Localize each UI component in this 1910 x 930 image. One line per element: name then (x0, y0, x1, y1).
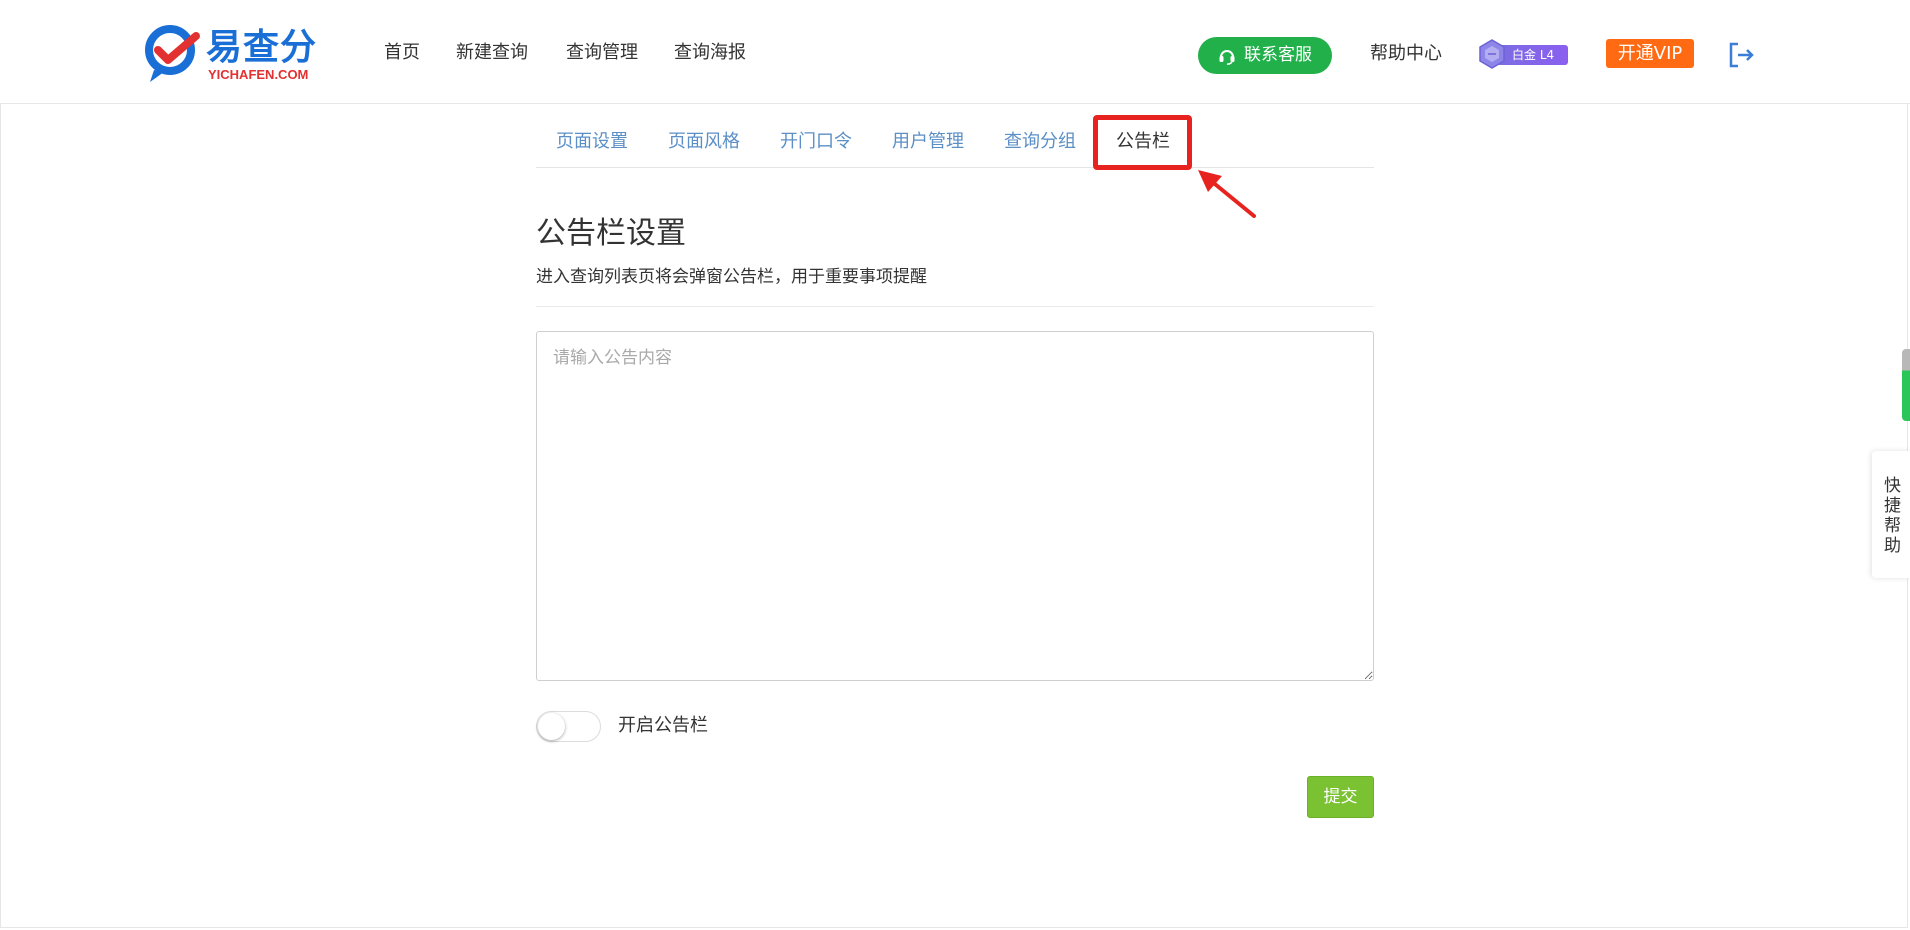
nav-home[interactable]: 首页 (384, 40, 420, 66)
settings-tabs: 页面设置 页面风格 开门口令 用户管理 查询分组 公告栏 (536, 114, 1374, 168)
logo[interactable]: 易查分 YICHAFEN.COM (144, 24, 324, 86)
tab-page-style[interactable]: 页面风格 (668, 130, 740, 154)
help-center-link[interactable]: 帮助中心 (1370, 41, 1442, 67)
tab-access-code[interactable]: 开门口令 (780, 130, 852, 154)
toggle-knob (538, 713, 565, 740)
nav-query-poster[interactable]: 查询海报 (674, 40, 746, 66)
hexagon-badge-icon (1479, 39, 1505, 69)
level-badge[interactable]: 白金 L4 (1478, 39, 1568, 69)
top-header: 易查分 YICHAFEN.COM 首页 新建查询 查询管理 查询海报 联系客服 … (0, 0, 1910, 104)
nav-new-query[interactable]: 新建查询 (456, 40, 528, 66)
headset-icon (1219, 50, 1235, 65)
tab-query-group[interactable]: 查询分组 (1004, 130, 1076, 154)
logo-subtext: YICHAFEN.COM (208, 67, 309, 82)
logo-text: 易查分 (206, 27, 318, 68)
main-nav: 首页 新建查询 查询管理 查询海报 (384, 40, 782, 66)
level-badge-label: 白金 L4 (1512, 48, 1555, 62)
section-description: 进入查询列表页将会弹窗公告栏，用于重要事项提醒 (536, 267, 927, 287)
tab-user-manage[interactable]: 用户管理 (892, 130, 964, 154)
side-scroll-indicator[interactable] (1902, 349, 1910, 421)
enable-notice-label: 开启公告栏 (618, 715, 708, 736)
enable-notice-toggle[interactable] (536, 711, 601, 742)
notice-content-input[interactable] (536, 331, 1374, 681)
customer-service-button[interactable]: 联系客服 (1198, 37, 1332, 74)
annotation-arrow-icon (1198, 170, 1256, 218)
nav-query-manage[interactable]: 查询管理 (566, 40, 638, 66)
section-divider (536, 306, 1374, 307)
section-title: 公告栏设置 (536, 216, 686, 251)
tab-page-settings[interactable]: 页面设置 (556, 130, 628, 154)
annotation-highlight-box (1093, 115, 1192, 170)
logo-mark-icon (145, 25, 200, 82)
customer-service-label: 联系客服 (1244, 45, 1312, 65)
quick-help-tab[interactable]: 快捷帮助 (1872, 451, 1910, 578)
submit-button[interactable]: 提交 (1307, 776, 1374, 818)
open-vip-button[interactable]: 开通VIP (1606, 39, 1694, 68)
quick-help-label: 快捷帮助 (1884, 476, 1901, 556)
logout-icon[interactable] (1728, 40, 1756, 70)
